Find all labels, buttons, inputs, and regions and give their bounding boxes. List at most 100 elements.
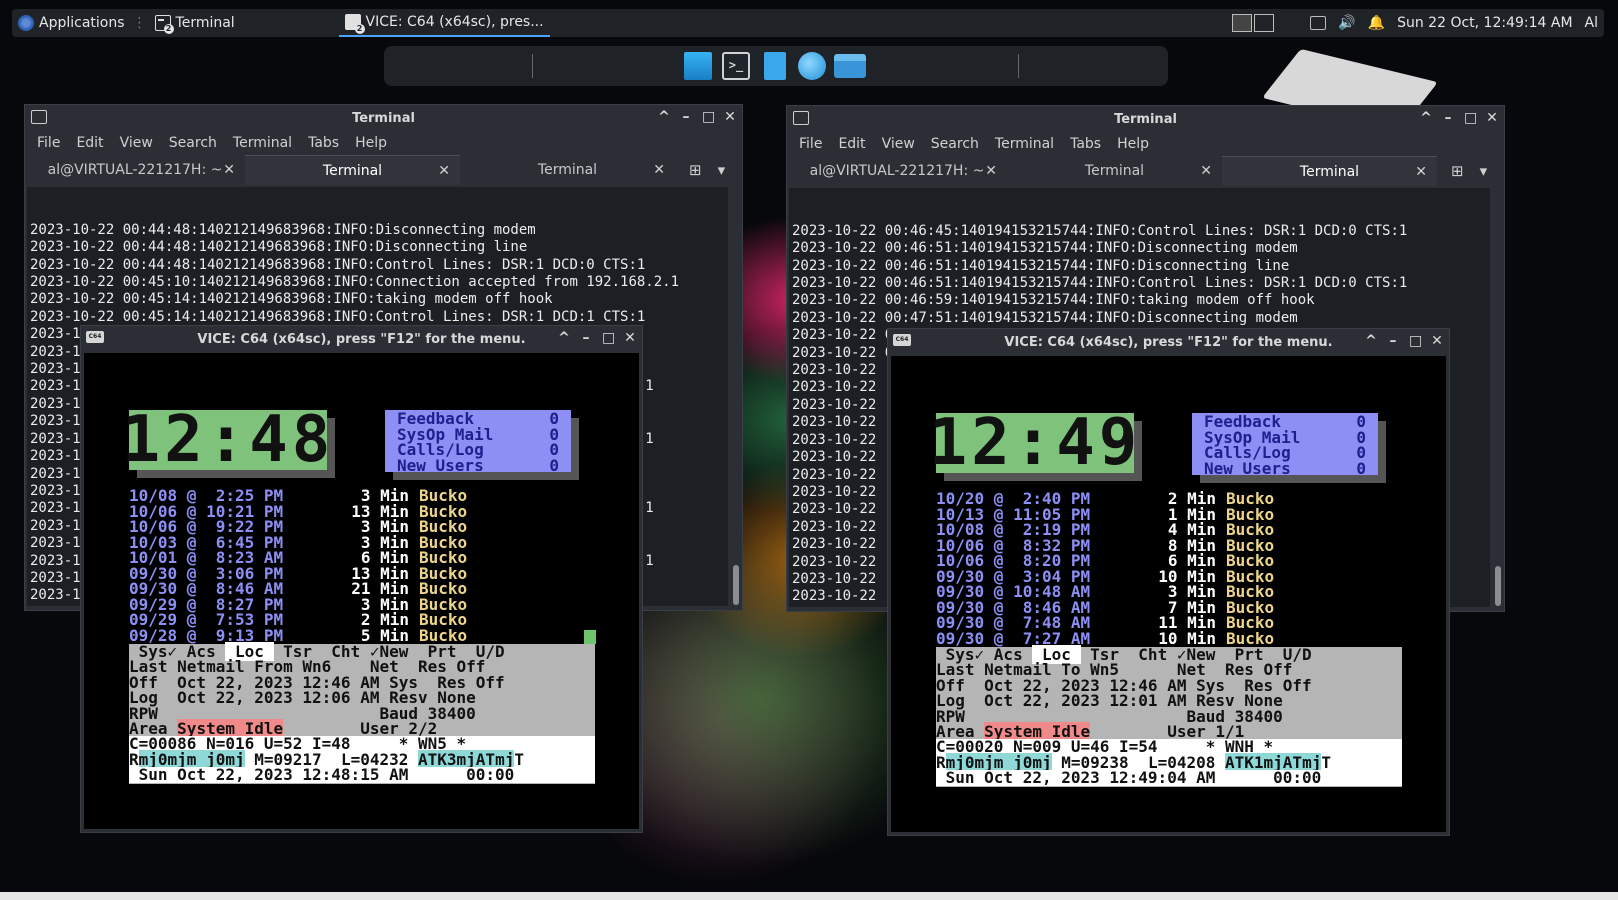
caller-name: Bucko [419,625,468,645]
workspace-switcher[interactable] [1232,14,1275,32]
desktop-icon[interactable] [684,52,712,80]
menu-terminal[interactable]: Terminal [233,135,292,151]
terminal-line: 2023-10-22 00:45:10:140212149683968:INFO… [30,274,680,291]
close-tab-icon[interactable]: ✕ [653,162,665,178]
menu-file[interactable]: File [37,135,60,151]
file-manager-icon[interactable] [834,54,866,78]
close-button[interactable]: ✕ [1431,333,1443,349]
tab-list-chevron-down-icon[interactable]: ▾ [1480,162,1488,180]
c64-screen[interactable]: 12:48 Feedback 0 SysOp Mail 0 Calls/Log 0 N… [84,353,639,829]
bbs-stats-panel: Feedback 0 SysOp Mail 0 Calls/Log 0 New Use… [1192,413,1378,478]
minimize-button[interactable]: – [680,109,692,125]
minimize-button[interactable]: – [1387,333,1399,349]
shade-button[interactable]: ^ [1365,333,1377,349]
applications-label: Applications [39,15,125,31]
scrollbar-thumb[interactable] [733,565,739,605]
tab-terminal-1[interactable]: Terminal ✕ [1007,156,1222,186]
c64-icon: 2 [344,14,365,34]
minimize-button[interactable]: – [1442,110,1454,126]
terminal-line: 2023-10-22 00:46:51:140194153215744:INFO… [792,240,1298,257]
user-menu[interactable]: Al [1579,9,1604,37]
terminal-icon[interactable]: >_ [722,52,750,80]
minimize-button[interactable]: – [580,330,592,346]
menu-edit[interactable]: Edit [76,135,103,151]
tab-label: al@VIRTUAL-221217H: ~ [809,163,985,179]
tab-terminal-2[interactable]: Terminal ✕ [1222,156,1437,186]
new-tab-icon[interactable]: ⊞ [1451,162,1464,180]
tab-label: Terminal [1299,163,1360,180]
volume-icon[interactable]: 🔊 [1332,9,1361,37]
tab-bar: al@VIRTUAL-221217H: ~ ✕ Terminal ✕ Termina… [787,156,1504,186]
tab-label: al@VIRTUAL-221217H: ~ [47,162,223,178]
new-tab-icon[interactable]: ⊞ [689,161,702,179]
terminal-line: 2023-10-22 00:46:51:140194153215744:INFO… [792,257,1290,274]
panel-separator: ⋮ [132,15,147,31]
menu-view[interactable]: View [882,136,915,152]
taskbar-item-vice[interactable]: 2 VICE: C64 (x64sc), pres... [338,10,550,37]
terminal-icon [793,111,809,125]
window-titlebar[interactable]: Terminal ^ – □ ✕ [787,106,1504,132]
terminal-icon: 2 [154,15,174,34]
window-titlebar[interactable]: Terminal ^ – □ ✕ [25,105,742,131]
stat-value: 0 [1356,458,1366,478]
menu-file[interactable]: File [799,136,822,152]
c64-cursor-block [584,630,596,644]
panel-clock[interactable]: Sun 22 Oct, 12:49:14 AM [1391,9,1578,37]
menu-edit[interactable]: Edit [838,136,865,152]
terminal-line: 2023-10-22 00:45:14:140212149683968:INFO… [30,291,553,308]
tab-list-chevron-down-icon[interactable]: ▾ [718,161,726,179]
menu-help[interactable]: Help [355,135,387,151]
c64-screen[interactable]: 12:49 Feedback 0 SysOp Mail 0 Calls/Log 0 N… [891,356,1446,832]
bbs-clock: 12:48 [121,403,335,477]
close-button[interactable]: ✕ [624,330,636,346]
shade-button[interactable]: ^ [1420,110,1432,126]
vice-window-left[interactable]: C64 VICE: C64 (x64sc), press "F12" for t… [80,325,643,833]
close-tab-icon[interactable]: ✕ [1415,164,1427,180]
maximize-button[interactable]: □ [702,109,715,125]
tab-label: Terminal [1084,163,1145,179]
close-tab-icon[interactable]: ✕ [1200,163,1212,179]
window-title: Terminal [1114,111,1177,127]
menu-help[interactable]: Help [1117,136,1149,152]
vice-window-right[interactable]: C64 VICE: C64 (x64sc), press "F12" for t… [887,328,1450,836]
tab-terminal-2[interactable]: Terminal ✕ [460,155,675,185]
window-title: VICE: C64 (x64sc), press "F12" for the m… [197,331,526,347]
tab-home[interactable]: al@VIRTUAL-221217H: ~ ✕ [25,155,245,185]
shade-button[interactable]: ^ [658,109,670,125]
menu-view[interactable]: View [120,135,153,151]
window-titlebar[interactable]: C64 VICE: C64 (x64sc), press "F12" for t… [888,329,1449,355]
stat-label: New Users [397,455,484,475]
menubar: File Edit View Search Terminal Tabs Help [787,132,1504,156]
close-tab-icon[interactable]: ✕ [223,162,235,178]
maximize-button[interactable]: □ [1409,333,1422,349]
applications-menu[interactable]: Applications [12,9,131,37]
tab-home[interactable]: al@VIRTUAL-221217H: ~ ✕ [787,156,1007,186]
maximize-button[interactable]: □ [602,330,615,346]
workspace-2[interactable] [1254,14,1275,32]
network-icon[interactable] [1310,16,1327,30]
terminal-line: 2023-10-22 00:44:48:140212149683968:INFO… [30,239,528,256]
window-titlebar[interactable]: C64 VICE: C64 (x64sc), press "F12" for t… [81,326,642,352]
close-tab-icon[interactable]: ✕ [985,163,997,179]
menu-tabs[interactable]: Tabs [308,135,339,151]
taskbar-item-terminal[interactable]: 2 Terminal [149,9,339,37]
dock: >_ [384,46,1168,86]
menu-terminal[interactable]: Terminal [995,136,1054,152]
tab-terminal-1[interactable]: Terminal ✕ [245,155,460,185]
shade-button[interactable]: ^ [558,330,570,346]
close-button[interactable]: ✕ [1486,110,1498,126]
text-editor-icon[interactable] [764,52,786,80]
maximize-button[interactable]: □ [1464,110,1477,126]
menu-search[interactable]: Search [169,135,217,151]
notification-bell-icon[interactable]: 🔔 [1362,9,1391,37]
workspace-1[interactable] [1232,14,1253,32]
menu-search[interactable]: Search [931,136,979,152]
status-date-line: Sun Oct 22, 2023 12:49:04 AM 00:00 [936,769,1402,786]
last-callers-list: 10/08 @ 2:25 PM 3 Min Bucko 10/06 @ 10:21 P… [129,488,467,643]
tab-label: Terminal [537,162,598,178]
close-tab-icon[interactable]: ✕ [438,163,450,179]
scrollbar-thumb[interactable] [1495,566,1501,606]
web-browser-icon[interactable] [798,52,826,80]
close-button[interactable]: ✕ [724,109,736,125]
menu-tabs[interactable]: Tabs [1070,136,1101,152]
